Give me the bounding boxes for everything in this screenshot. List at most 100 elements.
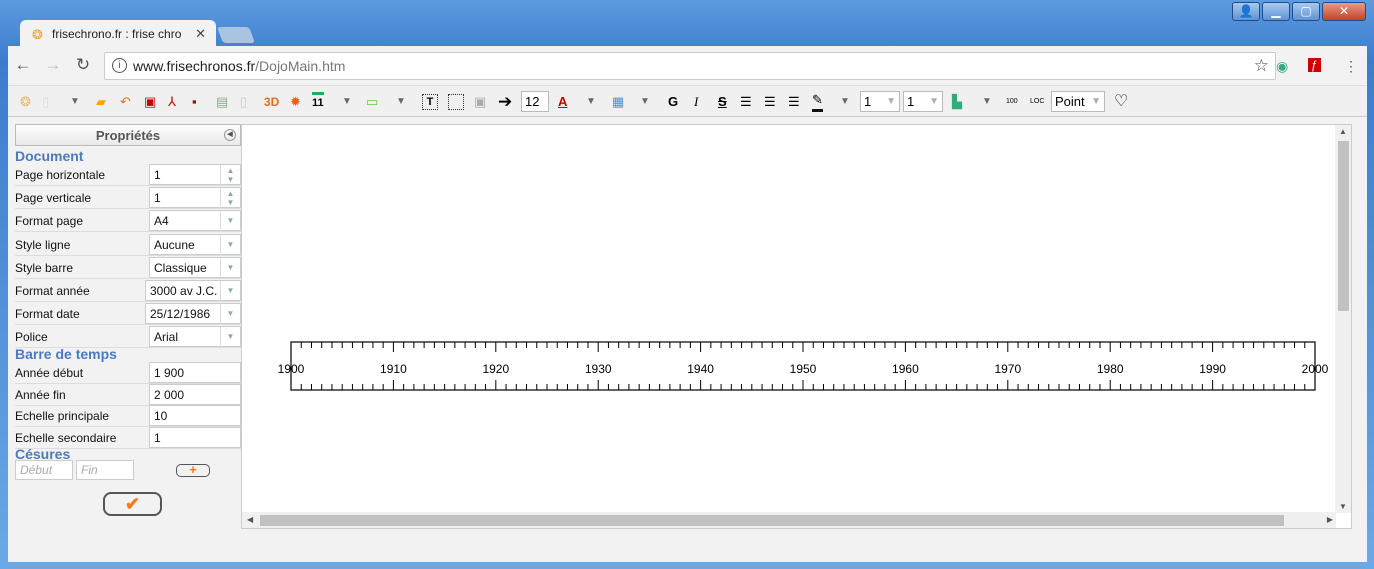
scroll-left-icon[interactable]: ◀ bbox=[247, 515, 253, 524]
bookmark-star-icon[interactable]: ☆ bbox=[1254, 56, 1269, 76]
back-icon[interactable]: ← bbox=[8, 55, 38, 75]
forward-icon[interactable]: → bbox=[38, 55, 68, 75]
strikethrough-button[interactable]: S bbox=[718, 92, 727, 112]
vertical-scroll-thumb[interactable] bbox=[1338, 141, 1349, 311]
tick-label: 1900 bbox=[278, 362, 305, 376]
export-image-icon[interactable]: ▪ bbox=[192, 92, 197, 112]
color-wheel-icon[interactable]: ✹ bbox=[290, 92, 301, 112]
new-document-icon[interactable]: ▯ bbox=[42, 92, 49, 112]
collapse-icon[interactable]: ◀ bbox=[224, 129, 236, 141]
property-value: 3000 av J.C. bbox=[150, 284, 218, 298]
text-box-icon[interactable]: T bbox=[422, 94, 438, 110]
spinner-arrows-icon[interactable]: ▲ ▼ bbox=[220, 188, 240, 210]
camera-icon[interactable]: ▣ bbox=[474, 92, 486, 112]
cesure-start-input[interactable]: Début bbox=[15, 460, 73, 480]
property-value: 25/12/1986 bbox=[150, 307, 211, 322]
property-value: A4 bbox=[154, 214, 169, 229]
fill-color-icon[interactable]: ▦ bbox=[612, 92, 624, 112]
line-color-icon[interactable]: ✎ bbox=[812, 92, 823, 112]
align-right-icon[interactable]: ☰ bbox=[788, 92, 800, 112]
line-width-select-2[interactable]: 1 ▼ bbox=[903, 91, 943, 112]
timeline-canvas[interactable]: 1900 1910 1920 1930 1940 1950 1960 1970 1980 1990… bbox=[241, 124, 1352, 529]
chevron-down-icon[interactable]: ▼ bbox=[220, 281, 240, 302]
property-select[interactable]: Arial ▼ bbox=[149, 326, 241, 349]
font-color-dropdown-icon[interactable]: ▼ bbox=[586, 92, 596, 112]
info-icon[interactable]: i bbox=[112, 58, 127, 73]
logo-icon[interactable]: ❂ bbox=[20, 92, 31, 112]
scale-100-icon[interactable]: 100 bbox=[1006, 92, 1018, 112]
bold-button[interactable]: G bbox=[668, 92, 678, 112]
3d-button[interactable]: 3D bbox=[264, 92, 279, 112]
menu-icon[interactable]: ⋮ bbox=[1344, 58, 1358, 75]
copy-icon[interactable]: ▯ bbox=[240, 92, 247, 112]
property-select[interactable]: A4 ▼ bbox=[149, 210, 241, 233]
reload-icon[interactable]: ↻ bbox=[68, 55, 98, 75]
new-dropdown-icon[interactable]: ▼ bbox=[70, 92, 80, 112]
tick-label: 1910 bbox=[380, 362, 407, 376]
chevron-down-icon[interactable]: ▼ bbox=[220, 211, 240, 233]
chevron-down-icon[interactable]: ▼ bbox=[220, 234, 240, 256]
property-input[interactable]: 1 900 bbox=[149, 362, 241, 383]
period-dropdown-icon[interactable]: ▼ bbox=[396, 92, 406, 112]
property-spinner[interactable]: 1 ▲ ▼ bbox=[149, 164, 241, 186]
chrome-extension-icon[interactable]: ◉ bbox=[1276, 58, 1288, 75]
font-size-input[interactable]: 12 bbox=[521, 91, 549, 112]
align-center-icon[interactable]: ☰ bbox=[764, 92, 776, 112]
save-icon[interactable]: ▣ bbox=[144, 92, 156, 112]
property-label: Style barre bbox=[15, 260, 74, 275]
browser-tab[interactable]: ❂ frisechrono.fr : frise chro ✕ bbox=[20, 20, 216, 48]
user-icon[interactable]: 👤 bbox=[1232, 2, 1260, 21]
property-select[interactable]: Classique ▼ bbox=[149, 256, 241, 279]
add-cesure-button[interactable]: + bbox=[176, 463, 210, 477]
close-tab-icon[interactable]: ✕ bbox=[195, 26, 206, 42]
open-folder-icon[interactable]: ▰ bbox=[96, 92, 106, 112]
point-style-select[interactable]: Point ▼ bbox=[1051, 91, 1105, 112]
property-value: Arial bbox=[154, 330, 179, 345]
property-input[interactable]: 10 bbox=[149, 405, 241, 426]
address-bar[interactable]: i www.frisechronos.fr/DojoMain.htm ☆ bbox=[104, 52, 1276, 80]
validate-button[interactable]: ✔ bbox=[103, 492, 162, 516]
maximize-button[interactable]: ▢ bbox=[1292, 2, 1320, 21]
undo-icon[interactable]: ↶ bbox=[120, 92, 131, 112]
lightbulb-icon[interactable]: ♡ bbox=[1114, 92, 1128, 112]
arrow-icon[interactable]: ➔ bbox=[498, 92, 512, 112]
fill-color-dropdown-icon[interactable]: ▼ bbox=[640, 92, 650, 112]
flash-extension-icon[interactable]: ƒ bbox=[1308, 58, 1321, 72]
horizontal-scrollbar[interactable]: ◀ ▶ bbox=[242, 512, 1336, 528]
cesure-end-input[interactable]: Fin bbox=[76, 460, 134, 480]
property-input[interactable]: 2 000 bbox=[149, 383, 241, 405]
scale-loc-icon[interactable]: LOC bbox=[1030, 92, 1044, 112]
layout-icon[interactable]: ▙ bbox=[952, 92, 962, 112]
chevron-down-icon[interactable]: ▼ bbox=[220, 257, 240, 279]
calendar-dropdown-icon[interactable]: ▼ bbox=[342, 92, 352, 112]
property-value: Classique bbox=[154, 260, 207, 275]
property-input[interactable]: 1 bbox=[149, 426, 241, 448]
layout-dropdown-icon[interactable]: ▼ bbox=[982, 92, 992, 112]
close-window-button[interactable]: ✕ bbox=[1322, 2, 1366, 21]
property-select[interactable]: Aucune ▼ bbox=[149, 233, 241, 256]
property-select[interactable]: 3000 av J.C. ▼ bbox=[145, 280, 241, 302]
line-color-dropdown-icon[interactable]: ▼ bbox=[840, 92, 850, 112]
property-spinner[interactable]: 1 ▲ ▼ bbox=[149, 187, 241, 210]
period-icon[interactable]: ▭ bbox=[366, 92, 378, 112]
horizontal-scroll-thumb[interactable] bbox=[260, 515, 1284, 526]
pdf-icon[interactable]: ⅄ bbox=[168, 92, 176, 112]
timeline-ruler[interactable]: 1900 1910 1920 1930 1940 1950 1960 1970 1980 1990… bbox=[242, 125, 1336, 513]
frame-icon[interactable] bbox=[448, 94, 464, 110]
italic-button[interactable]: I bbox=[694, 92, 698, 112]
chevron-down-icon[interactable]: ▼ bbox=[220, 327, 240, 349]
spinner-arrows-icon[interactable]: ▲ ▼ bbox=[220, 165, 240, 186]
vertical-scrollbar[interactable]: ▲ ▼ bbox=[1335, 125, 1351, 513]
chevron-down-icon[interactable]: ▼ bbox=[220, 304, 240, 326]
scroll-down-icon[interactable]: ▼ bbox=[1339, 502, 1347, 511]
font-color-icon[interactable]: A bbox=[558, 92, 567, 112]
image-icon[interactable]: ▤ bbox=[216, 92, 228, 112]
align-left-icon[interactable]: ☰ bbox=[740, 92, 752, 112]
property-select[interactable]: 25/12/1986 ▼ bbox=[145, 303, 241, 326]
new-tab-button[interactable] bbox=[217, 27, 255, 43]
minimize-button[interactable]: ▁ bbox=[1262, 2, 1290, 21]
calendar-icon[interactable]: 11 bbox=[312, 92, 324, 112]
scroll-up-icon[interactable]: ▲ bbox=[1339, 127, 1347, 136]
scroll-right-icon[interactable]: ▶ bbox=[1327, 515, 1333, 524]
line-width-select-1[interactable]: 1 ▼ bbox=[860, 91, 900, 112]
